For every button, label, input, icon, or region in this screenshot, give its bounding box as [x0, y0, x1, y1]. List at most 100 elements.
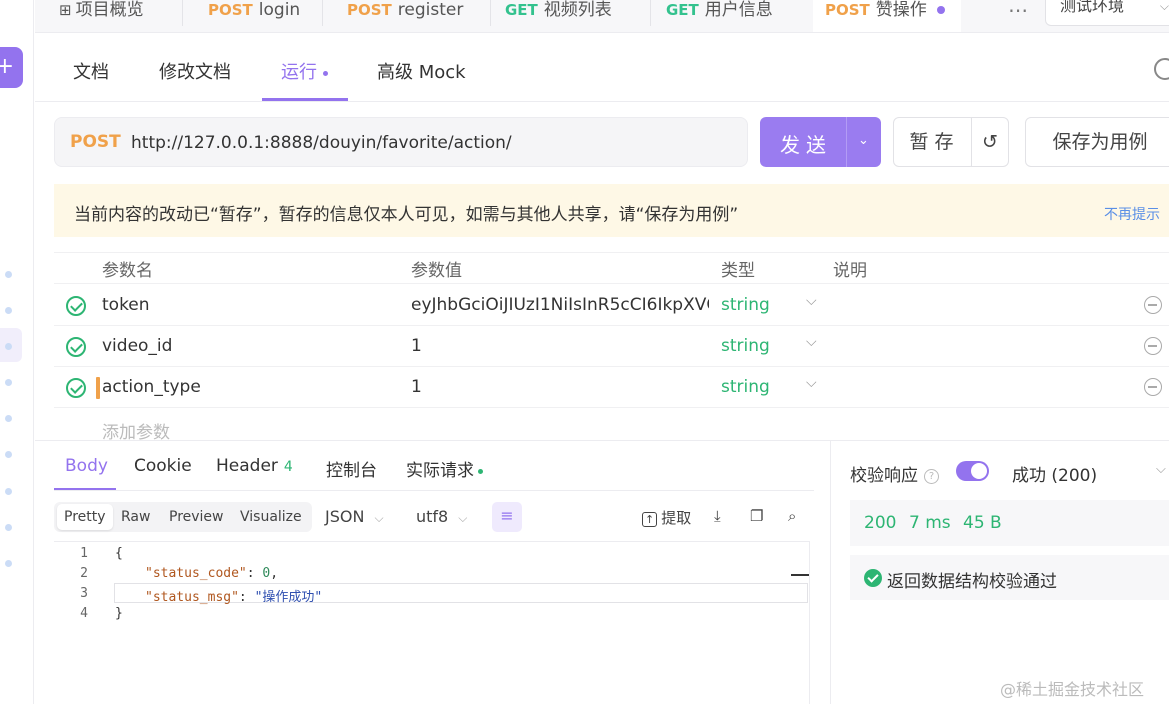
line-number: 3 [80, 586, 88, 601]
rail-dot-icon[interactable] [5, 343, 12, 350]
param-name[interactable]: token [102, 295, 150, 315]
request-method[interactable]: POST [70, 132, 121, 152]
chevron-down-icon[interactable]: ⌵ [806, 375, 817, 391]
help-icon[interactable]: ? [924, 468, 939, 484]
copy-icon[interactable]: ❐ [750, 507, 763, 525]
url-bar[interactable]: POST http://127.0.0.1:8888/douyin/favori… [54, 117, 748, 167]
scrollbar-marker [791, 574, 809, 576]
notice-banner: 当前内容的改动已“暂存”，暂存的信息仅本人可见，如需与其他人共享，请“保存为用例… [54, 184, 1169, 237]
left-rail: + [0, 0, 34, 704]
environment-select[interactable]: 测试环境 ⌵ [1045, 0, 1169, 26]
settings-icon[interactable] [1154, 58, 1169, 80]
validate-toggle[interactable] [956, 461, 989, 481]
chevron-down-icon[interactable]: ⌵ [1156, 462, 1166, 477]
watermark: @稀土掘金技术社区 [1000, 680, 1145, 699]
format-select[interactable]: JSON ⌵ [325, 507, 384, 526]
chevron-down-icon[interactable]: ⌵ [806, 334, 817, 350]
view-mode-switch: Pretty Raw Preview Visualize [54, 502, 312, 532]
param-type[interactable]: string [721, 295, 770, 315]
method-badge: POST [347, 1, 392, 19]
response-editor[interactable]: 1 { 2 "status_code": 0, 3 "status_msg": … [54, 541, 810, 704]
tab-cookie[interactable]: Cookie [134, 456, 192, 476]
tab-register[interactable]: POST register [323, 0, 463, 32]
active-subtab-indicator [262, 98, 348, 101]
param-value[interactable]: 1 [411, 336, 709, 356]
success-icon [864, 569, 882, 587]
check-icon[interactable] [66, 296, 86, 316]
rail-dot-icon[interactable] [5, 524, 12, 531]
chevron-down-icon[interactable]: ⌄ [858, 133, 869, 148]
mode-preview[interactable]: Preview [169, 509, 224, 525]
mode-visualize[interactable]: Visualize [240, 509, 302, 525]
method-badge: GET [505, 1, 538, 19]
send-button[interactable]: 发送 ⌄ [760, 117, 881, 167]
url-input[interactable]: http://127.0.0.1:8888/douyin/favorite/ac… [131, 133, 512, 153]
tab-like-action[interactable]: POST 赞操作 [813, 0, 961, 32]
subtab-advanced-mock[interactable]: 高级 Mock [377, 58, 466, 84]
download-icon[interactable]: ⤓ [714, 507, 721, 525]
panel-divider[interactable] [830, 441, 831, 704]
tab-separator [182, 0, 183, 26]
method-badge: POST [208, 1, 253, 19]
tab-actual-request[interactable]: 实际请求 [406, 456, 483, 481]
param-type[interactable]: string [721, 336, 770, 356]
check-icon[interactable] [66, 337, 86, 357]
param-value[interactable]: eyJhbGciOiJIUzI1NiIsInR5cCI6IkpXVCJ9 [411, 295, 709, 315]
line-number: 2 [80, 566, 88, 581]
count-badge: 4 [283, 459, 293, 475]
subtab-edit-docs[interactable]: 修改文档 [159, 58, 231, 84]
more-tabs-icon[interactable]: ⋯ [1008, 0, 1028, 28]
grid-icon: ⊞ [59, 1, 72, 19]
tab-header[interactable]: Header 4 [216, 456, 293, 476]
view-toolbar: Pretty Raw Preview Visualize JSON ⌵ utf8 ⌵… [54, 499, 814, 535]
remove-icon[interactable] [1144, 378, 1162, 396]
rail-dot-icon[interactable] [5, 379, 12, 386]
button-split [846, 117, 847, 167]
status-dot [478, 468, 483, 474]
extract-button[interactable]: ↑ 提取 [642, 507, 691, 528]
remove-icon[interactable] [1144, 337, 1162, 355]
tab-login[interactable]: POST login [184, 0, 300, 32]
param-type[interactable]: string [721, 377, 770, 397]
subtab-run[interactable]: 运行 [281, 58, 328, 84]
tab-user-info[interactable]: GET 用户信息 [642, 0, 773, 32]
add-icon[interactable]: + [0, 47, 23, 88]
tab-project-overview[interactable]: ⊞ 项目概览 [35, 0, 144, 32]
revert-icon[interactable]: ↺ [971, 117, 1009, 167]
save-as-case-button[interactable]: 保存为用例 [1025, 117, 1169, 167]
dismiss-link[interactable]: 不再提示 [1104, 204, 1160, 224]
rail-dot-icon[interactable] [5, 307, 12, 314]
method-badge: GET [666, 1, 699, 19]
rail-dot-icon[interactable] [5, 560, 12, 567]
line-number: 1 [80, 546, 88, 561]
wrap-lines-icon[interactable]: ≡ [492, 502, 522, 532]
column-header: 说明 [833, 261, 867, 281]
param-name[interactable]: video_id [102, 336, 172, 356]
rail-dot-icon[interactable] [5, 451, 12, 458]
rail-dot-icon[interactable] [5, 271, 12, 278]
response-time: 7 ms [909, 513, 951, 533]
encoding-select[interactable]: utf8 ⌵ [416, 507, 467, 526]
chevron-down-icon[interactable]: ⌵ [806, 293, 817, 309]
tab-console[interactable]: 控制台 [326, 456, 377, 481]
check-icon[interactable] [66, 378, 86, 398]
text-cursor [96, 377, 100, 399]
mode-pretty[interactable]: Pretty [57, 504, 113, 530]
tab-video-list[interactable]: GET 视频列表 [481, 0, 612, 32]
param-value[interactable]: 1 [411, 377, 709, 397]
active-tab-indicator [54, 488, 116, 490]
search-icon[interactable]: ⌕ [788, 507, 796, 525]
remove-icon[interactable] [1144, 296, 1162, 314]
rail-dot-icon[interactable] [5, 488, 12, 495]
response-tabs: Body Cookie Header 4 控制台 实际请求 [54, 441, 814, 491]
chevron-down-icon: ⌵ [374, 511, 384, 525]
subtab-docs[interactable]: 文档 [73, 58, 109, 84]
rail-dot-icon[interactable] [5, 415, 12, 422]
column-header: 参数名 [102, 261, 153, 281]
save-temp-button[interactable]: 暂存 [893, 117, 976, 167]
response-case-select[interactable]: 成功 (200) [1012, 461, 1097, 486]
tab-body[interactable]: Body [65, 456, 108, 476]
line-number: 4 [80, 606, 88, 621]
mode-raw[interactable]: Raw [121, 509, 150, 525]
param-name[interactable]: action_type [102, 377, 201, 397]
